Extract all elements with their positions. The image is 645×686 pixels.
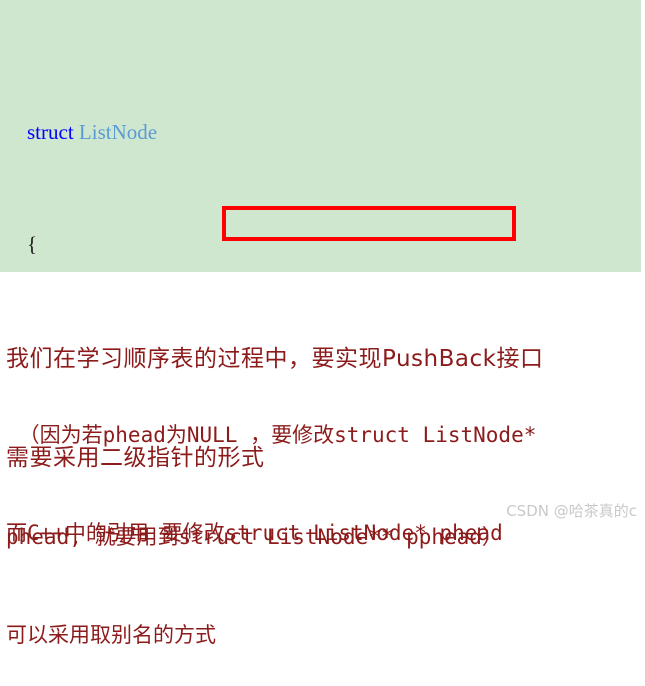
note-paragraph-3: 而C++中的引用 要修改struct ListNode* phead 可以采用取… xyxy=(6,448,503,686)
code-line: { xyxy=(0,202,641,256)
note-line: 可以采用取别名的方式 xyxy=(6,623,216,647)
code-token-type: ListNode xyxy=(78,120,158,144)
note-line: 而C++中的引用 要修改struct ListNode* phead xyxy=(6,521,503,545)
note-line: （因为若phead为NULL ，要修改struct ListNode* xyxy=(6,423,537,447)
code-block[interactable]: struct ListNode { struct ListNode* next;… xyxy=(0,0,641,272)
code-token-brace: { xyxy=(27,232,38,256)
csdn-watermark: CSDN @哈茶真的c xyxy=(506,502,637,520)
code-line: struct ListNode xyxy=(0,90,641,144)
code-token-keyword: struct xyxy=(27,120,74,144)
